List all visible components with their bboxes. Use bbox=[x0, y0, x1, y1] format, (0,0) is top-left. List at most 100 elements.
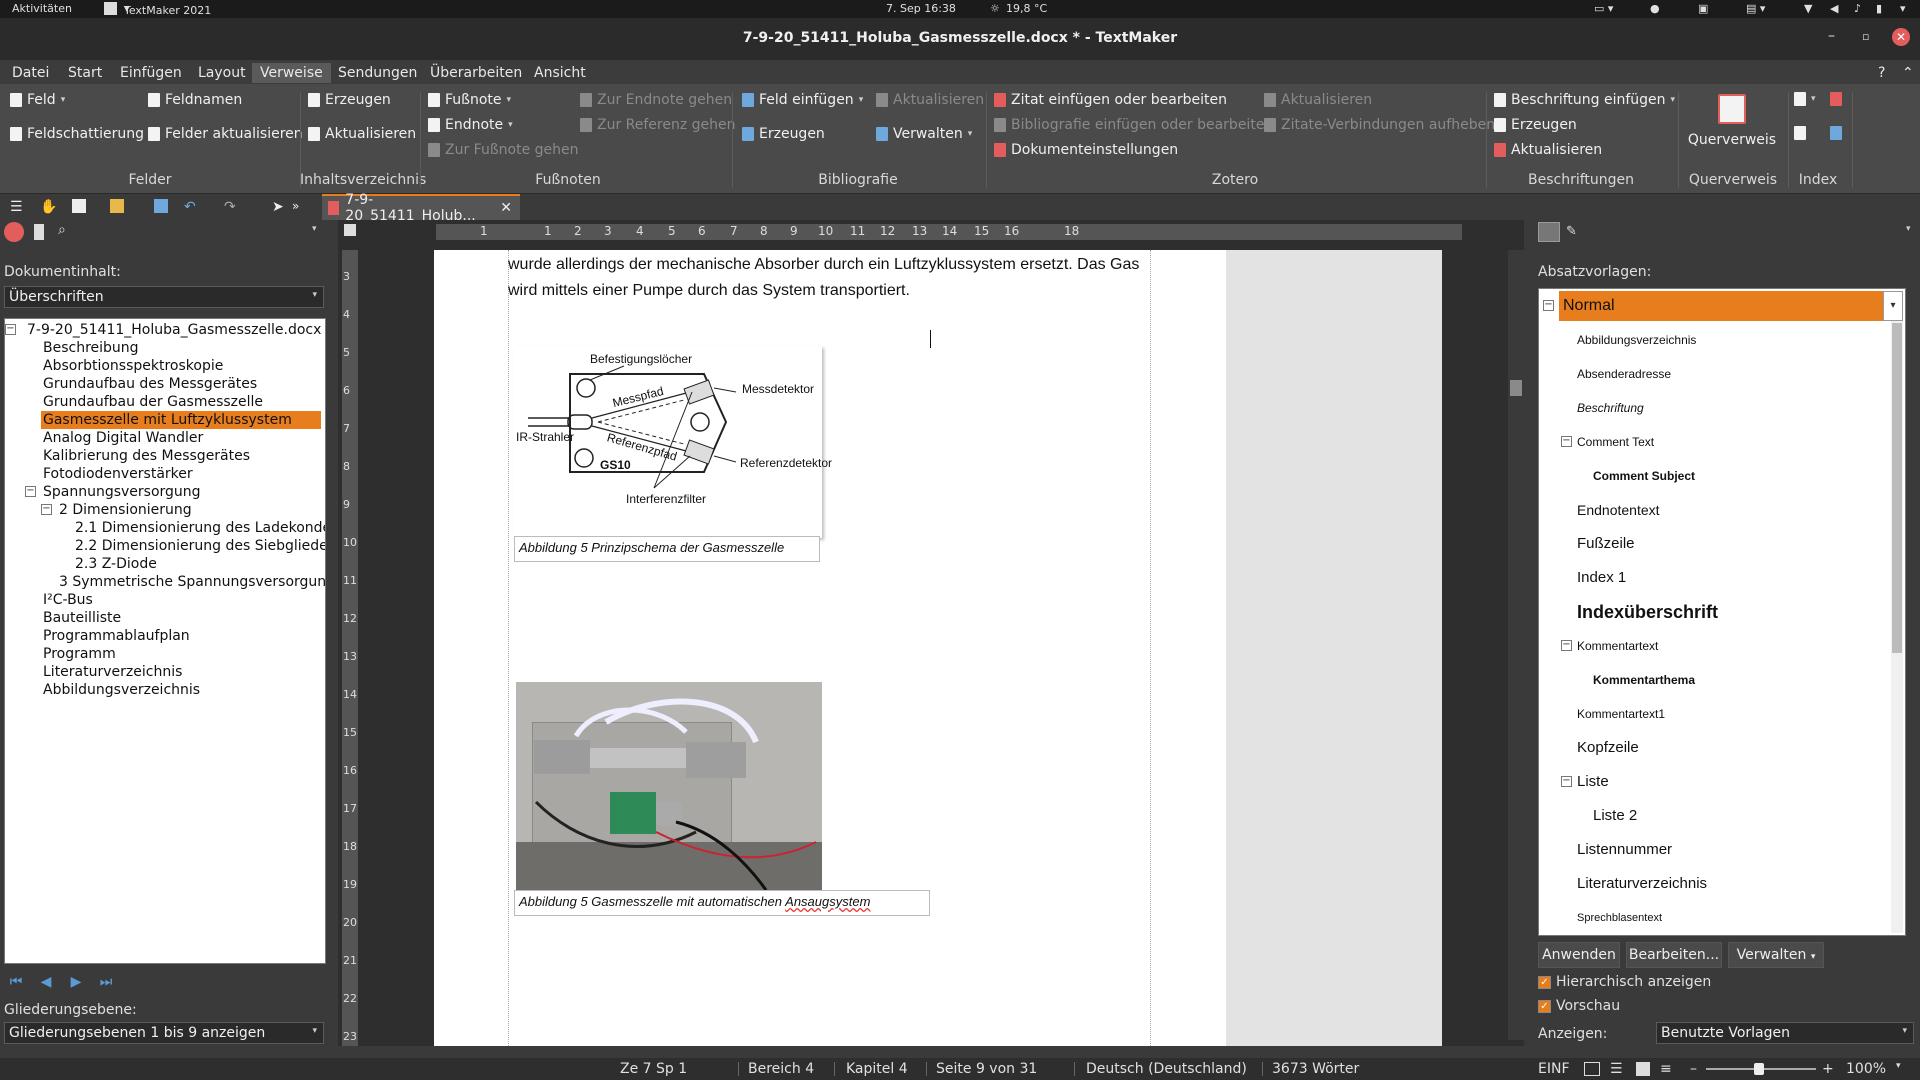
character-styles-tab-icon[interactable]: ✎ bbox=[1566, 224, 1582, 240]
zotero-bibliografie-button[interactable]: Bibliografie einfügen oder bearbeiten bbox=[994, 117, 1273, 133]
style-list-item[interactable]: Literaturverzeichnis bbox=[1577, 869, 1707, 899]
tray-icon-4[interactable]: ▤ ▾ bbox=[1746, 2, 1765, 15]
style-expander-icon[interactable]: − bbox=[1561, 436, 1572, 447]
vertical-scrollbar[interactable] bbox=[1508, 250, 1524, 1040]
outline-tree-item[interactable]: Grundaufbau der Gasmesszelle bbox=[41, 393, 265, 411]
last-heading-icon[interactable]: ⏭ bbox=[96, 972, 116, 992]
style-list-item[interactable]: Kommentartext1 bbox=[1577, 699, 1665, 729]
outline-tree-item[interactable]: 2.3 Z-Diode bbox=[73, 555, 159, 573]
index-refresh-button[interactable] bbox=[1830, 126, 1842, 140]
outline-tree-item[interactable]: 7-9-20_51411_Holuba_Gasmesszelle.docx bbox=[25, 321, 323, 339]
volume-icon[interactable]: ◀ bbox=[1830, 2, 1838, 15]
status-sprache[interactable]: Deutsch (Deutschland) bbox=[1086, 1061, 1247, 1077]
beschriftung-erzeugen-button[interactable]: Erzeugen bbox=[1494, 117, 1577, 133]
status-woerter[interactable]: 3673 Wörter bbox=[1272, 1061, 1359, 1077]
save-icon[interactable] bbox=[154, 199, 168, 213]
ribbon-collapse-icon[interactable]: ⌃ bbox=[1894, 63, 1920, 83]
first-heading-icon[interactable]: ⏮ bbox=[6, 972, 26, 992]
status-kapitel[interactable]: Kapitel 4 bbox=[846, 1061, 908, 1077]
fussnote-button[interactable]: Fußnote ▾ bbox=[428, 92, 511, 108]
tree-expander-icon[interactable]: − bbox=[5, 324, 16, 335]
style-list-item[interactable]: Liste 2 bbox=[1593, 801, 1637, 831]
document-area[interactable]: 1 1 2 3 4 5 6 7 8 9 10 11 12 13 14 15 16 18 3 4 5 6 7 8 9 10 11 12… bbox=[338, 220, 1524, 1058]
zotero-verbindungen-button[interactable]: Zitate-Verbindungen aufheben bbox=[1264, 117, 1495, 133]
outline-tree-item[interactable]: Absorbtionsspektroskopie bbox=[41, 357, 225, 375]
search-icon[interactable]: ⌕ bbox=[58, 222, 66, 238]
document-tab[interactable]: 7-9-20_51411_Holub... ✕ bbox=[322, 192, 520, 224]
bib-erzeugen-button[interactable]: Erzeugen bbox=[742, 126, 825, 142]
previous-heading-icon[interactable]: ◀ bbox=[36, 972, 56, 992]
style-dropdown-icon[interactable]: ▾ bbox=[1883, 291, 1903, 321]
status-mode[interactable]: EINF bbox=[1538, 1061, 1570, 1077]
zur-referenz-button[interactable]: Zur Referenz gehen bbox=[580, 117, 736, 133]
minimize-icon[interactable]: – bbox=[1828, 28, 1835, 44]
anwenden-button[interactable]: Anwenden bbox=[1538, 942, 1620, 968]
paragraph-line-1[interactable]: wurde allerdings der mechanische Absorbe… bbox=[508, 256, 1139, 274]
tray-icon-1[interactable]: ▭ ▾ bbox=[1594, 2, 1613, 15]
menu-ansicht[interactable]: Ansicht bbox=[526, 63, 594, 83]
outline-tree-item[interactable]: Analog Digital Wandler bbox=[41, 429, 205, 447]
style-list-item[interactable]: Comment Subject bbox=[1593, 461, 1695, 491]
system-menu-caret[interactable]: ▾ bbox=[1900, 2, 1906, 15]
objects-icon[interactable] bbox=[34, 224, 44, 240]
undo-icon[interactable]: ↶ bbox=[184, 199, 198, 215]
outline-tree-item[interactable]: Fotodiodenverstärker bbox=[41, 465, 195, 483]
vertical-ruler[interactable]: 3 4 5 6 7 8 9 10 11 12 13 14 15 16 17 18 19 20 21 22 23 bbox=[342, 250, 358, 1058]
outline-tree-item[interactable]: Bauteilliste bbox=[41, 609, 123, 627]
status-seite[interactable]: Seite 9 von 31 bbox=[936, 1061, 1037, 1077]
zoom-in-icon[interactable]: + bbox=[1822, 1061, 1834, 1077]
zoom-level[interactable]: 100% bbox=[1846, 1061, 1886, 1077]
zotero-dokumenteinstellungen-button[interactable]: Dokumenteinstellungen bbox=[994, 142, 1178, 158]
close-icon[interactable]: ✕ bbox=[1892, 28, 1910, 46]
outline-tree-item[interactable]: 2.1 Dimensionierung des Ladekondensa bbox=[73, 519, 325, 537]
style-expander-icon[interactable]: − bbox=[1561, 776, 1572, 787]
document-page[interactable]: wurde allerdings der mechanische Absorbe… bbox=[434, 250, 1442, 1058]
endnote-button[interactable]: Endnote ▾ bbox=[428, 117, 513, 133]
outline-tree-item[interactable]: 2.2 Dimensionierung des Siebgliedes bbox=[73, 537, 325, 555]
zur-fussnote-button[interactable]: Zur Fußnote gehen bbox=[428, 142, 579, 158]
style-expander-icon[interactable]: − bbox=[1543, 300, 1554, 311]
feld-button[interactable]: Feld ▾ bbox=[10, 92, 65, 108]
outline-tree-item[interactable]: Kalibrierung des Messgerätes bbox=[41, 447, 252, 465]
feldschattierung-button[interactable]: Feldschattierung bbox=[10, 126, 144, 142]
menu-layout[interactable]: Layout bbox=[190, 63, 254, 83]
style-list-item[interactable]: Comment Text bbox=[1577, 427, 1654, 457]
view-page-icon[interactable] bbox=[1636, 1062, 1650, 1076]
hierarchisch-checkbox[interactable]: ✓ bbox=[1538, 976, 1551, 989]
tray-icon-3[interactable]: ▣ bbox=[1698, 2, 1708, 15]
felder-aktualisieren-button[interactable]: Felder aktualisieren bbox=[148, 126, 303, 142]
paragraph-line-2[interactable]: wird mittels einer Pumpe durch das Syste… bbox=[508, 282, 910, 300]
style-list-item[interactable]: Beschriftung bbox=[1577, 393, 1644, 423]
caption-figure-1[interactable]: Abbildung 5 Prinzipschema der Gasmesszel… bbox=[514, 536, 820, 562]
index-mark-button[interactable] bbox=[1794, 126, 1806, 140]
app-menu-button[interactable]: TextMaker 2021 ▾ bbox=[124, 2, 211, 17]
redo-icon[interactable]: ↷ bbox=[224, 199, 238, 215]
status-bereich[interactable]: Bereich 4 bbox=[748, 1061, 814, 1077]
outline-level-select[interactable]: Gliederungsebenen 1 bis 9 anzeigen ▾ bbox=[4, 1022, 324, 1044]
view-outline-icon[interactable]: ☰ bbox=[1610, 1061, 1623, 1077]
bib-aktualisieren-button[interactable]: Aktualisieren bbox=[876, 92, 984, 108]
maximize-icon[interactable]: ▫ bbox=[1862, 30, 1869, 43]
outline-tree-item[interactable]: Programmablaufplan bbox=[41, 627, 192, 645]
outline-tree-item[interactable]: 3 Symmetrische Spannungsversorgung bbox=[57, 573, 325, 591]
status-position[interactable]: Ze 7 Sp 1 bbox=[620, 1061, 687, 1077]
outline-tree-item[interactable]: Gasmesszelle mit Luftzyklussystem bbox=[41, 411, 321, 429]
menu-einfuegen[interactable]: Einfügen bbox=[112, 63, 190, 83]
paragraph-styles-tab-icon[interactable] bbox=[1538, 222, 1560, 242]
style-expander-icon[interactable]: − bbox=[1561, 640, 1572, 651]
zoom-menu-caret[interactable]: ▾ bbox=[1896, 1061, 1901, 1071]
style-list-item[interactable]: Sprechblasentext bbox=[1577, 903, 1662, 933]
bearbeiten-button[interactable]: Bearbeiten... bbox=[1626, 942, 1722, 968]
style-list-item[interactable]: Listennummer bbox=[1577, 835, 1672, 865]
style-list-item[interactable]: Kopfzeile bbox=[1577, 733, 1639, 763]
anzeigen-select[interactable]: Benutzte Vorlagen ▾ bbox=[1656, 1022, 1914, 1044]
beschriftung-aktualisieren-button[interactable]: Aktualisieren bbox=[1494, 142, 1602, 158]
outline-tree-item[interactable]: Programm bbox=[41, 645, 118, 663]
index-create-button[interactable] bbox=[1830, 92, 1842, 106]
outline-tree-item[interactable]: Grundaufbau des Messgerätes bbox=[41, 375, 259, 393]
style-list-item[interactable]: Abbildungsverzeichnis bbox=[1577, 325, 1696, 355]
horizontal-scrollbar[interactable] bbox=[338, 1046, 1524, 1058]
close-tab-icon[interactable]: ✕ bbox=[500, 200, 512, 216]
style-list-item[interactable]: Endnotentext bbox=[1577, 495, 1660, 525]
outline-tree-item[interactable]: Literaturverzeichnis bbox=[41, 663, 184, 681]
